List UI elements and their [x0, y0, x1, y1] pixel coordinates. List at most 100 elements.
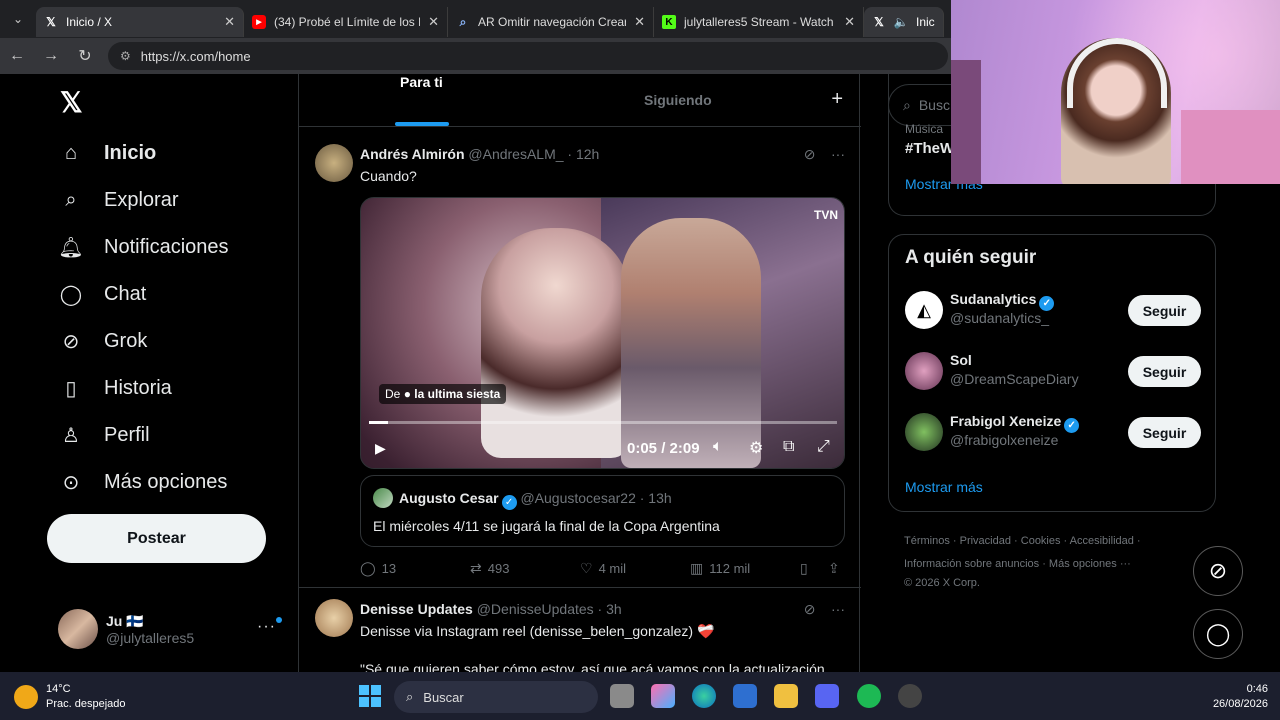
grok-icon[interactable]: ⊘	[804, 146, 816, 162]
tab-para-ti[interactable]: Para ti	[400, 74, 443, 90]
follow-button[interactable]: Seguir	[1128, 356, 1201, 387]
pip-icon[interactable]: ⧉	[783, 438, 794, 456]
fullscreen-icon[interactable]: ⤢	[817, 438, 830, 456]
feed-tabs: Para ti Siguiendo +	[299, 74, 861, 127]
close-icon[interactable]: ✕	[844, 14, 855, 30]
tweet[interactable]: Denisse Updates @DenisseUpdates · 3h ⊘ ·…	[299, 589, 861, 672]
quoted-tweet[interactable]: Augusto Cesar ✓ @Augustocesar22 · 13h El …	[360, 475, 845, 547]
url-field[interactable]: ⚙ https://x.com/home	[108, 42, 948, 70]
like-button[interactable]: ♡ 4 mil	[580, 560, 626, 577]
add-tab-icon[interactable]: +	[831, 88, 843, 111]
follow-button[interactable]: Seguir	[1128, 417, 1201, 448]
author-name[interactable]: Denisse Updates	[360, 601, 473, 617]
tab-youtube[interactable]: ▶ (34) Probé el Límite de los Rest ✕	[244, 7, 448, 37]
close-icon[interactable]: ✕	[428, 14, 439, 30]
grok-fab-icon[interactable]: ⊘	[1193, 546, 1243, 596]
nav-item-explorar[interactable]: ⌕ Explorar	[58, 187, 178, 213]
trend-name[interactable]: #TheW	[905, 140, 954, 157]
tweet[interactable]: Andrés Almirón @AndresALM_ · 12h ⊘ ··· C…	[299, 134, 861, 588]
chat-fab-icon[interactable]: ◯	[1193, 609, 1243, 659]
source-avatar-icon: ●	[403, 387, 411, 401]
nav-item-notificaciones[interactable]: 🔔︎ Notificaciones	[58, 234, 229, 260]
back-icon[interactable]: ←	[0, 47, 34, 65]
search-icon: ⌕	[459, 14, 467, 29]
weather-widget[interactable]: 14°C Prac. despejado	[14, 682, 126, 712]
avatar[interactable]	[315, 599, 353, 637]
nav-label: Notificaciones	[104, 235, 229, 258]
repost-button[interactable]: ⇄ 493	[470, 560, 509, 577]
who-to-follow: A quién seguir ◭ Sudanalytics ✓ @sudanaly…	[888, 234, 1216, 512]
copilot-icon[interactable]	[651, 684, 675, 708]
file-explorer-icon[interactable]	[774, 684, 798, 708]
nav-item-historia[interactable]: ▯ Historia	[58, 375, 171, 401]
video-player[interactable]: TVN De ● la ultima siesta ▶ 0:05 / 2:09 …	[360, 197, 845, 469]
grok-icon[interactable]: ⊘	[804, 601, 816, 617]
nav-item-grok[interactable]: ⊘ Grok	[58, 328, 148, 354]
nav-label: Grok	[104, 329, 148, 352]
start-button-icon[interactable]	[359, 685, 381, 707]
site-info-icon[interactable]: ⚙	[120, 49, 131, 63]
forward-icon[interactable]: →	[34, 47, 68, 65]
nav-item-perfil[interactable]: ♙ Perfil	[58, 422, 150, 448]
views-button[interactable]: ▥ 112 mil	[690, 560, 750, 577]
suggestion-item[interactable]: Sol @DreamScapeDiary Seguir	[905, 352, 1201, 392]
reload-icon[interactable]: ↻	[68, 46, 102, 66]
tab-inicio-x[interactable]: 𝕏 Inicio / X ✕	[36, 7, 244, 37]
footer-line[interactable]: Términos · Privacidad · Cookies · Accesi…	[904, 530, 1204, 553]
progress-fill	[369, 421, 388, 424]
tab-search-chevron-icon[interactable]: ⌄	[0, 0, 36, 38]
store-icon[interactable]	[733, 684, 757, 708]
share-icon: ⇪	[828, 560, 840, 576]
play-icon[interactable]: ▶	[375, 440, 386, 457]
webcam-overlay	[951, 0, 1280, 184]
bookmark-button[interactable]: ▯	[800, 560, 814, 577]
more-icon[interactable]: ···	[257, 618, 276, 636]
video-time: 0:05 / 2:09	[627, 440, 700, 457]
tweet-menu: ⊘ ···	[804, 601, 845, 618]
tab-inicio[interactable]: 𝕏 🔈 Inicio	[864, 7, 944, 37]
follow-button[interactable]: Seguir	[1128, 295, 1201, 326]
nav-item-inicio[interactable]: ⌂ Inicio	[58, 140, 156, 166]
share-button[interactable]: ⇪	[828, 560, 846, 577]
avatar	[58, 609, 98, 649]
tab-kick[interactable]: K julytalleres5 Stream - Watch Liv ✕	[654, 7, 864, 37]
nav-item-chat[interactable]: ◯ Chat	[58, 281, 146, 307]
x-logo-icon[interactable]: 𝕏	[60, 86, 83, 119]
account-switcher[interactable]: Ju 🇫🇮 @julytalleres5 ···	[58, 606, 286, 652]
video-progress-bar[interactable]	[369, 421, 837, 424]
more-circle-icon: ⊙	[62, 471, 80, 494]
suggestion-item[interactable]: ◭ Sudanalytics ✓ @sudanalytics_ Seguir	[905, 291, 1201, 331]
show-more-suggestions[interactable]: Mostrar más	[905, 479, 983, 495]
close-icon[interactable]: ✕	[224, 14, 235, 30]
tab-search[interactable]: ⌕ AR Omitir navegación Crear 9+ ✕	[448, 7, 654, 37]
more-icon[interactable]: ···	[831, 146, 845, 162]
more-icon[interactable]: ···	[831, 601, 845, 617]
suggestion-item[interactable]: Frabigol Xeneize ✓ @frabigolxeneize Segui…	[905, 413, 1201, 453]
volume-icon[interactable]: 🔈︎	[713, 438, 723, 456]
author-handle-time: @AndresALM_ · 12h	[468, 146, 600, 162]
footer-line[interactable]: Información sobre anuncios · Más opcione…	[904, 553, 1204, 576]
url-text: https://x.com/home	[140, 48, 251, 64]
obs-icon[interactable]	[898, 684, 922, 708]
author-name[interactable]: Andrés Almirón	[360, 146, 465, 162]
quote-author-name: Augusto Cesar	[399, 490, 499, 506]
tab-siguiendo[interactable]: Siguiendo	[644, 92, 712, 108]
spotify-icon[interactable]	[857, 684, 881, 708]
who-to-follow-title: A quién seguir	[905, 247, 1037, 268]
video-source-label[interactable]: De ● la ultima siesta	[379, 384, 507, 404]
post-button[interactable]: Postear	[47, 514, 266, 563]
reply-button[interactable]: ◯ 13	[360, 560, 396, 577]
tab-title: Inicio / X	[66, 15, 113, 29]
nav-item-mas-opciones[interactable]: ⊙ Más opciones	[58, 469, 228, 495]
avatar[interactable]	[315, 144, 353, 182]
suggestion-handle: @sudanalytics_	[950, 310, 1050, 326]
discord-icon[interactable]	[815, 684, 839, 708]
close-icon[interactable]: ✕	[634, 14, 645, 30]
taskbar-search[interactable]: ⌕ Buscar	[394, 681, 598, 713]
settings-icon[interactable]: ⚙	[749, 438, 763, 458]
clock[interactable]: 0:46 26/08/2026	[1213, 682, 1268, 712]
edge-icon[interactable]	[692, 684, 716, 708]
bookmark-icon: ▯	[65, 377, 77, 400]
task-view-icon[interactable]	[610, 684, 634, 708]
suggestion-handle: @DreamScapeDiary	[950, 371, 1079, 387]
